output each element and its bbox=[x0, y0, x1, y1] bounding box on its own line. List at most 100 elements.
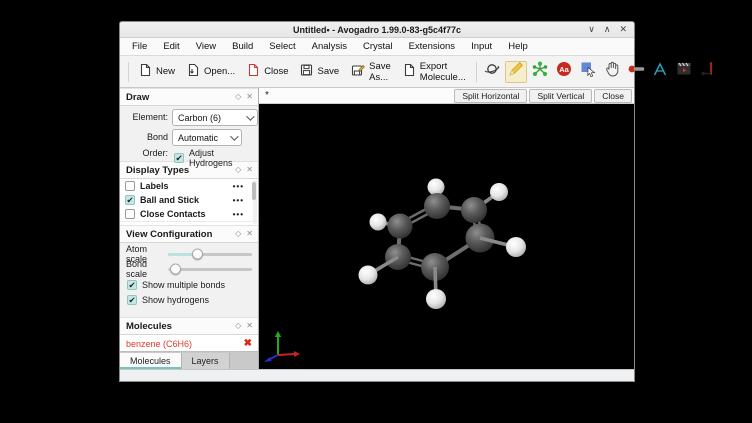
plumb-line-icon bbox=[699, 60, 717, 83]
atom-carbon[interactable] bbox=[424, 193, 450, 219]
save-button[interactable]: Save bbox=[294, 61, 345, 82]
toolbar-separator bbox=[128, 62, 129, 82]
atom-scale-slider[interactable] bbox=[168, 253, 252, 256]
atom-carbon[interactable] bbox=[461, 197, 487, 223]
manipulate-tool-button[interactable] bbox=[601, 61, 623, 83]
display-types-scrollbar[interactable] bbox=[253, 180, 257, 224]
draw-tool-button[interactable] bbox=[505, 61, 527, 83]
menu-view[interactable]: View bbox=[188, 38, 224, 55]
menu-build[interactable]: Build bbox=[224, 38, 261, 55]
labels-label: Labels bbox=[140, 181, 228, 191]
close-file-button[interactable]: Close bbox=[241, 61, 294, 82]
z-matrix-tool-button[interactable] bbox=[697, 61, 719, 83]
close-icon[interactable]: ✕ bbox=[619, 22, 627, 37]
minimize-icon[interactable]: ∨ bbox=[588, 22, 595, 37]
close-contacts-options-icon[interactable]: ••• bbox=[233, 210, 244, 219]
display-type-row-close-contacts[interactable]: Close Contacts ••• bbox=[120, 207, 258, 221]
measure-tool-button[interactable] bbox=[625, 61, 647, 83]
labels-options-icon[interactable]: ••• bbox=[233, 182, 244, 191]
menu-select[interactable]: Select bbox=[261, 38, 303, 55]
atom-scale-handle[interactable] bbox=[192, 249, 203, 260]
display-type-row-labels[interactable]: Labels ••• bbox=[120, 179, 258, 193]
label-tool-button[interactable]: Aa bbox=[553, 61, 575, 83]
display-type-row-ball-and-stick[interactable]: ✔ Ball and Stick ••• bbox=[120, 193, 258, 207]
close-file-button-label: Close bbox=[264, 66, 288, 77]
atom-hydrogen[interactable] bbox=[506, 237, 526, 257]
3d-viewport[interactable] bbox=[259, 104, 634, 369]
save-as-button[interactable]: Save As... bbox=[345, 59, 397, 85]
molecules-list: benzene (C6H6) ✖ bbox=[120, 335, 258, 351]
show-multiple-bonds-checkbox[interactable]: ✔ bbox=[127, 280, 137, 290]
tool-group: Aa bbox=[481, 61, 721, 83]
close-view-button[interactable]: Close bbox=[594, 89, 632, 103]
bond-centric-tool-button[interactable] bbox=[529, 61, 551, 83]
close-panel-icon[interactable]: ✕ bbox=[246, 318, 253, 334]
atom-hydrogen[interactable] bbox=[359, 266, 378, 285]
atom-hydrogen[interactable] bbox=[428, 179, 445, 196]
label-icon: Aa bbox=[555, 60, 573, 83]
menu-file[interactable]: File bbox=[124, 38, 155, 55]
atom-hydrogen[interactable] bbox=[490, 183, 508, 201]
display-type-row-clipped bbox=[120, 221, 258, 225]
bond-scale-handle[interactable] bbox=[170, 264, 181, 275]
molecule-name: benzene (C6H6) bbox=[126, 339, 244, 349]
molecule-list-item[interactable]: benzene (C6H6) ✖ bbox=[120, 335, 258, 351]
chevron-down-icon bbox=[230, 132, 238, 140]
dock-tab-bar: Molecules Layers bbox=[120, 351, 258, 369]
menu-extensions[interactable]: Extensions bbox=[401, 38, 463, 55]
adjust-hydrogens-checkbox[interactable]: ✔ bbox=[174, 153, 184, 163]
molecules-panel-header: Molecules ◇ ✕ bbox=[120, 317, 258, 335]
close-contacts-checkbox[interactable] bbox=[125, 209, 135, 219]
menu-crystal[interactable]: Crystal bbox=[355, 38, 401, 55]
open-button-label: Open... bbox=[204, 66, 235, 77]
split-horizontal-button[interactable]: Split Horizontal bbox=[454, 89, 527, 103]
menu-help[interactable]: Help bbox=[500, 38, 536, 55]
menu-edit[interactable]: Edit bbox=[155, 38, 187, 55]
tab-molecules[interactable]: Molecules bbox=[120, 353, 182, 369]
atom-hydrogen[interactable] bbox=[426, 289, 446, 309]
check-icon: ✔ bbox=[128, 295, 135, 306]
maximize-icon[interactable]: ∧ bbox=[604, 22, 611, 37]
close-panel-icon[interactable]: ✕ bbox=[246, 89, 253, 105]
tab-layers[interactable]: Layers bbox=[182, 353, 230, 369]
viewport-tab-label[interactable]: * bbox=[265, 89, 269, 103]
animation-tool-button[interactable] bbox=[673, 61, 695, 83]
scrollbar-thumb[interactable] bbox=[252, 182, 256, 200]
navigate-tool-button[interactable] bbox=[481, 61, 503, 83]
left-dock: Draw ◇ ✕ Element: Carbon (6) Bond Order:… bbox=[120, 88, 259, 369]
toolbar-separator bbox=[476, 62, 477, 82]
labels-checkbox[interactable] bbox=[125, 181, 135, 191]
open-button[interactable]: Open... bbox=[181, 61, 241, 82]
atom-hydrogen[interactable] bbox=[370, 214, 387, 231]
split-vertical-button[interactable]: Split Vertical bbox=[529, 89, 592, 103]
float-panel-icon[interactable]: ◇ bbox=[235, 318, 241, 334]
check-icon: ✔ bbox=[128, 280, 135, 291]
ball-and-stick-options-icon[interactable]: ••• bbox=[233, 196, 244, 205]
show-hydrogens-checkbox[interactable]: ✔ bbox=[127, 295, 137, 305]
draw-panel-title: Draw bbox=[126, 92, 230, 103]
delete-molecule-icon[interactable]: ✖ bbox=[244, 337, 252, 351]
ball-and-stick-checkbox[interactable]: ✔ bbox=[125, 195, 135, 205]
hand-icon bbox=[603, 60, 621, 83]
close-panel-icon[interactable]: ✕ bbox=[246, 226, 253, 242]
bond-scale-slider[interactable] bbox=[168, 268, 252, 271]
label-tool-glyph: Aa bbox=[559, 65, 569, 74]
save-as-icon bbox=[351, 63, 365, 80]
show-hydrogens-row[interactable]: ✔ Show hydrogens bbox=[127, 295, 209, 305]
selection-tool-button[interactable] bbox=[577, 61, 599, 83]
element-dropdown[interactable]: Carbon (6) bbox=[172, 109, 258, 126]
bond-scale-row: Bond scale bbox=[126, 262, 252, 276]
adjust-hydrogens-row[interactable]: ✔ Adjust Hydrogens bbox=[174, 148, 258, 168]
bond-order-dropdown[interactable]: Automatic bbox=[172, 129, 242, 146]
export-molecule-button[interactable]: Export Molecule... bbox=[397, 59, 472, 85]
show-multiple-bonds-row[interactable]: ✔ Show multiple bonds bbox=[127, 280, 225, 290]
align-tool-button[interactable] bbox=[649, 61, 671, 83]
atom-carbon[interactable] bbox=[388, 214, 413, 239]
draw-panel-header: Draw ◇ ✕ bbox=[120, 88, 258, 106]
float-panel-icon[interactable]: ◇ bbox=[235, 226, 241, 242]
menu-input[interactable]: Input bbox=[463, 38, 500, 55]
menu-analysis[interactable]: Analysis bbox=[304, 38, 355, 55]
new-button[interactable]: New bbox=[133, 61, 181, 82]
save-button-label: Save bbox=[317, 66, 339, 77]
float-panel-icon[interactable]: ◇ bbox=[235, 89, 241, 105]
